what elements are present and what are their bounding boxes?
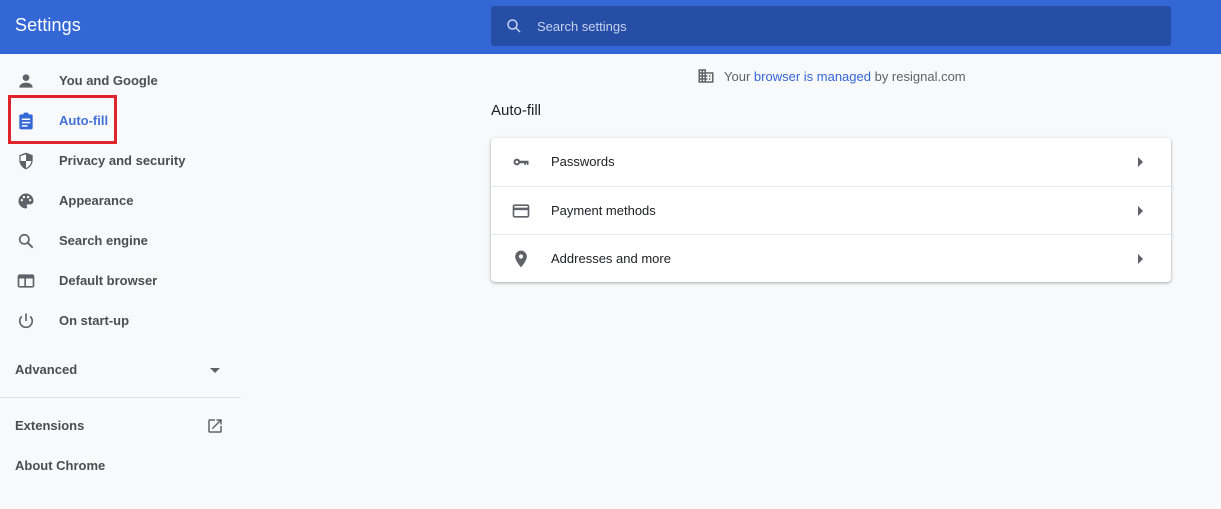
sidebar: You and Google Auto-fill Privacy and sec…: [0, 54, 241, 509]
search-icon: [18, 233, 34, 249]
search-input[interactable]: [537, 6, 1157, 46]
payment-methods-row[interactable]: Payment methods: [491, 186, 1171, 234]
sidebar-divider: [0, 397, 241, 398]
location-pin-icon: [515, 250, 527, 268]
passwords-row[interactable]: Passwords: [491, 138, 1171, 186]
palette-icon: [18, 193, 34, 209]
advanced-toggle[interactable]: Advanced: [0, 349, 241, 389]
open-in-new-icon: [208, 419, 222, 433]
browser-window-icon: [17, 274, 35, 288]
addresses-row[interactable]: Addresses and more: [491, 234, 1171, 282]
sidebar-item-label: Privacy and security: [59, 153, 186, 168]
sidebar-item-label: On start-up: [59, 313, 130, 328]
sidebar-item-label: Default browser: [59, 273, 158, 288]
sidebar-item-label: You and Google: [59, 73, 158, 88]
chevron-right-icon: [1138, 206, 1143, 216]
extensions-link[interactable]: Extensions: [0, 406, 241, 446]
about-chrome-label: About Chrome: [15, 458, 106, 473]
page-title: Settings: [15, 15, 81, 35]
chevron-right-icon: [1138, 254, 1143, 264]
search-box[interactable]: [491, 6, 1171, 46]
managed-prefix: Your: [724, 68, 751, 84]
power-icon: [18, 313, 34, 329]
managed-notice: Your browser is managed by resignal.com: [697, 67, 966, 85]
row-label: Addresses and more: [551, 251, 671, 266]
managed-suffix: by resignal.com: [874, 68, 966, 84]
section-title: Auto-fill: [491, 102, 542, 119]
advanced-label: Advanced: [15, 362, 78, 377]
building-icon: [698, 69, 714, 83]
credit-card-icon: [512, 204, 530, 218]
row-label: Passwords: [551, 154, 615, 169]
selection-highlight-box: [8, 95, 117, 144]
sidebar-item-default-browser[interactable]: Default browser: [0, 261, 241, 301]
about-chrome-link[interactable]: About Chrome: [0, 446, 241, 486]
sidebar-item-label: Search engine: [59, 233, 148, 248]
sidebar-item-privacy-and-security[interactable]: Privacy and security: [0, 141, 241, 181]
header-bar: Settings: [0, 0, 1221, 54]
person-icon: [19, 74, 33, 88]
sidebar-item-label: Appearance: [59, 193, 134, 208]
sidebar-item-search-engine[interactable]: Search engine: [0, 221, 241, 261]
sidebar-item-on-start-up[interactable]: On start-up: [0, 301, 241, 341]
chevron-right-icon: [1138, 157, 1143, 167]
managed-link[interactable]: browser is managed: [754, 69, 871, 84]
sidebar-item-appearance[interactable]: Appearance: [0, 181, 241, 221]
shield-icon: [19, 152, 33, 170]
autofill-card: Passwords Payment methods Addresses and …: [491, 138, 1171, 282]
row-label: Payment methods: [551, 203, 656, 218]
chevron-down-icon: [210, 368, 220, 373]
extensions-label: Extensions: [15, 418, 85, 433]
key-icon: [513, 158, 529, 166]
search-icon: [507, 19, 521, 33]
